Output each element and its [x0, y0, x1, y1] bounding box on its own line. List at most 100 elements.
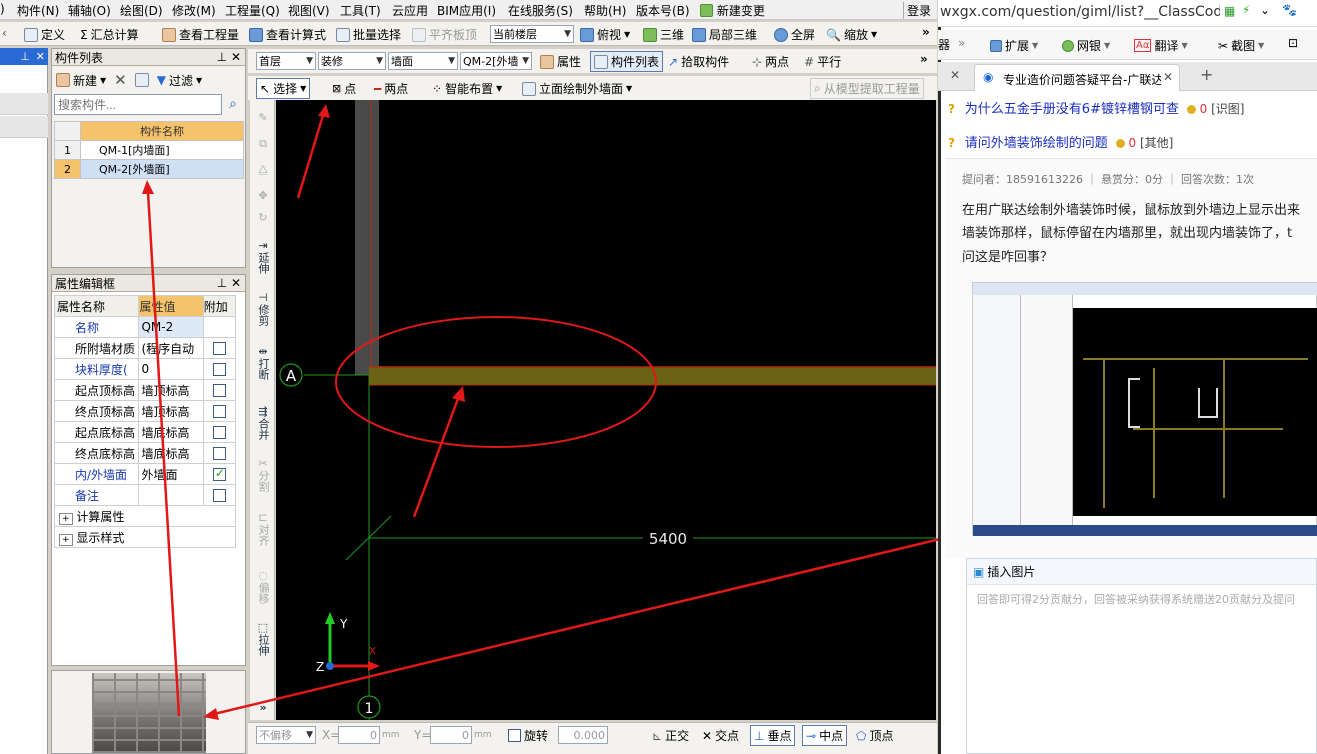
local-3d-button[interactable]: 局部三维	[692, 26, 757, 43]
close-icon[interactable]: ✕	[231, 50, 241, 64]
overflow-icon[interactable]: »	[920, 52, 928, 66]
menu-quantity[interactable]: 工程量(Q)	[225, 2, 280, 19]
bookmark-extensions[interactable]: 扩展 ▼	[990, 37, 1038, 54]
attach-checkbox[interactable]	[212, 447, 226, 460]
zoom-button[interactable]: 🔍 缩放 ▼	[826, 26, 877, 43]
component-name[interactable]: QM-1[内墙面]	[80, 140, 244, 160]
property-value[interactable]: 墙底标高	[138, 421, 204, 443]
game-icon[interactable]: ⊡	[1288, 36, 1298, 50]
floor-select[interactable]: 首层 ▼	[256, 52, 316, 70]
perpendicular-button[interactable]: ⊥ 垂点	[750, 725, 796, 746]
attach-checkbox[interactable]	[212, 384, 226, 397]
component-name[interactable]: QM-2[外墙面]	[80, 159, 244, 179]
bookmark-translate[interactable]: Aα 翻译 ▼	[1134, 37, 1188, 54]
menu-help[interactable]: 帮助(H)	[584, 2, 626, 19]
menu-modify[interactable]: 修改(M)	[172, 2, 216, 19]
properties-button[interactable]: 属性	[540, 53, 581, 70]
property-value[interactable]: 墙顶标高	[138, 379, 204, 401]
attach-checkbox[interactable]	[212, 342, 226, 355]
lightning-icon[interactable]: ⚡	[1242, 3, 1250, 17]
component-select[interactable]: QM-2[外墙 ▼	[460, 52, 532, 70]
view-quantity-button[interactable]: 查看工程量	[162, 26, 239, 43]
view-button[interactable]: 俯视 ▼	[580, 26, 630, 43]
copy-icon[interactable]: ⧉	[253, 138, 273, 150]
property-value[interactable]: 0	[138, 358, 204, 380]
property-value[interactable]: 墙顶标高	[138, 400, 204, 422]
two-point-button[interactable]: ━ 两点	[374, 80, 408, 97]
insert-image-button[interactable]: ▣ 插入图片	[973, 563, 1035, 580]
bookmark-screenshot[interactable]: ✂ 截图 ▼	[1218, 37, 1264, 54]
paw-icon[interactable]: 🐾	[1282, 3, 1297, 17]
menu-component[interactable]: 构件(N)	[17, 2, 59, 19]
group-row[interactable]: + 计算属性	[54, 505, 236, 527]
mirror-icon[interactable]: ⧋	[253, 164, 273, 176]
extract-quantity-button[interactable]: ⌕ 从模型提取工程量	[810, 78, 924, 99]
parallel-button[interactable]: # 平行	[804, 53, 841, 70]
menu-online[interactable]: 在线服务(S)	[508, 2, 573, 19]
attach-checkbox[interactable]	[212, 489, 226, 502]
menu-new-change[interactable]: 新建变更	[700, 2, 765, 19]
property-row[interactable]: 终点底标高 墙底标高	[53, 442, 237, 464]
property-row[interactable]: 起点顶标高 墙顶标高	[53, 379, 237, 401]
close-icon[interactable]: ✕	[231, 276, 241, 290]
brush-icon[interactable]: ✎	[253, 112, 273, 124]
new-component-button[interactable]: 新建 ▼	[56, 72, 106, 89]
property-value[interactable]: 墙底标高	[138, 442, 204, 464]
fullscreen-button[interactable]: 全屏	[774, 26, 815, 43]
search-icon[interactable]: ⌕	[224, 96, 242, 114]
copy-icon[interactable]	[134, 73, 149, 87]
offset-select[interactable]: 不偏移 ▼	[256, 726, 316, 744]
attach-checkbox[interactable]	[212, 405, 226, 418]
menu-login[interactable]: 登录	[903, 2, 931, 19]
type-select[interactable]: 墙面 ▼	[388, 52, 458, 70]
property-row[interactable]: 起点底标高 墙底标高	[53, 421, 237, 443]
property-row[interactable]: 终点顶标高 墙顶标高	[53, 400, 237, 422]
pin-icon[interactable]: ⊥	[20, 50, 30, 63]
view-formula-button[interactable]: 查看计算式	[249, 26, 326, 43]
smart-layout-button[interactable]: ⁘ 智能布置 ▼	[432, 80, 502, 97]
merge-tool[interactable]: ⇶ 合并	[253, 406, 273, 443]
menu-draw[interactable]: 绘图(D)	[120, 2, 163, 19]
vertex-button[interactable]: ⬠ 顶点	[856, 727, 893, 744]
answer-input[interactable]: 回答即可得2分贡献分，回答被采纳获得系统赠送20贡献分及提问	[967, 585, 1316, 613]
property-value[interactable]	[138, 484, 204, 506]
more-icon[interactable]: »	[253, 702, 273, 714]
rotate-checkbox[interactable]: 旋转	[508, 727, 548, 744]
batch-select-button[interactable]: 批量选择	[336, 26, 401, 43]
intersect-button[interactable]: ✕ 交点	[702, 727, 739, 744]
point-button[interactable]: ⊠ 点	[332, 80, 356, 97]
inner-wall[interactable]	[355, 100, 379, 375]
property-row[interactable]: 备注	[53, 484, 237, 506]
url-text[interactable]: wxgx.com/question/giml/list?__ClassCode	[940, 4, 1220, 20]
y-input[interactable]: 0	[430, 726, 472, 744]
pin-icon[interactable]: ⊥	[217, 276, 227, 290]
overflow-icon[interactable]: »	[922, 25, 930, 39]
attach-checkbox[interactable]	[212, 363, 226, 376]
menu-version[interactable]: 版本号(B)	[636, 2, 690, 19]
question-link[interactable]: 请问外墙装饰绘制的问题	[965, 136, 1108, 151]
question-screenshot-image[interactable]	[972, 282, 1317, 536]
select-button[interactable]: ↖ 选择 ▼	[256, 78, 311, 99]
three-d-button[interactable]: 三维	[643, 26, 684, 43]
question-link[interactable]: 为什么五金手册没有6#镀锌槽钢可查	[965, 102, 1179, 117]
move-icon[interactable]: ✥	[253, 190, 273, 202]
two-point-axis-button[interactable]: ⊹ 两点	[752, 53, 789, 70]
elevation-draw-button[interactable]: 立面绘制外墙面 ▼	[522, 80, 632, 97]
align-tool[interactable]: ⊏ 对齐	[253, 512, 273, 549]
property-value[interactable]: (程序自动	[138, 337, 204, 359]
offset-tool[interactable]: ◌ 偏移	[253, 570, 273, 607]
more-bookmarks-icon[interactable]: »	[958, 36, 965, 50]
component-list-button[interactable]: 构件列表	[590, 51, 664, 72]
define-button[interactable]: 定义	[24, 26, 65, 43]
pin-icon[interactable]: ⊥	[217, 50, 227, 64]
table-row[interactable]: 1 QM-1[内墙面]	[54, 140, 244, 160]
trim-tool[interactable]: ⊣ 修剪	[253, 292, 273, 329]
attach-checkbox[interactable]	[212, 426, 226, 439]
midpoint-button[interactable]: ⊸ 中点	[802, 725, 848, 746]
delete-icon[interactable]: ✕	[114, 71, 127, 89]
stretch-tool[interactable]: ⬚ 拉伸	[253, 622, 273, 659]
menu-view[interactable]: 视图(V)	[288, 2, 330, 19]
property-row[interactable]: 块料厚度(0	[53, 358, 237, 380]
menu-axis[interactable]: 辅轴(O)	[68, 2, 111, 19]
close-tab-icon[interactable]: ✕	[1163, 70, 1173, 84]
